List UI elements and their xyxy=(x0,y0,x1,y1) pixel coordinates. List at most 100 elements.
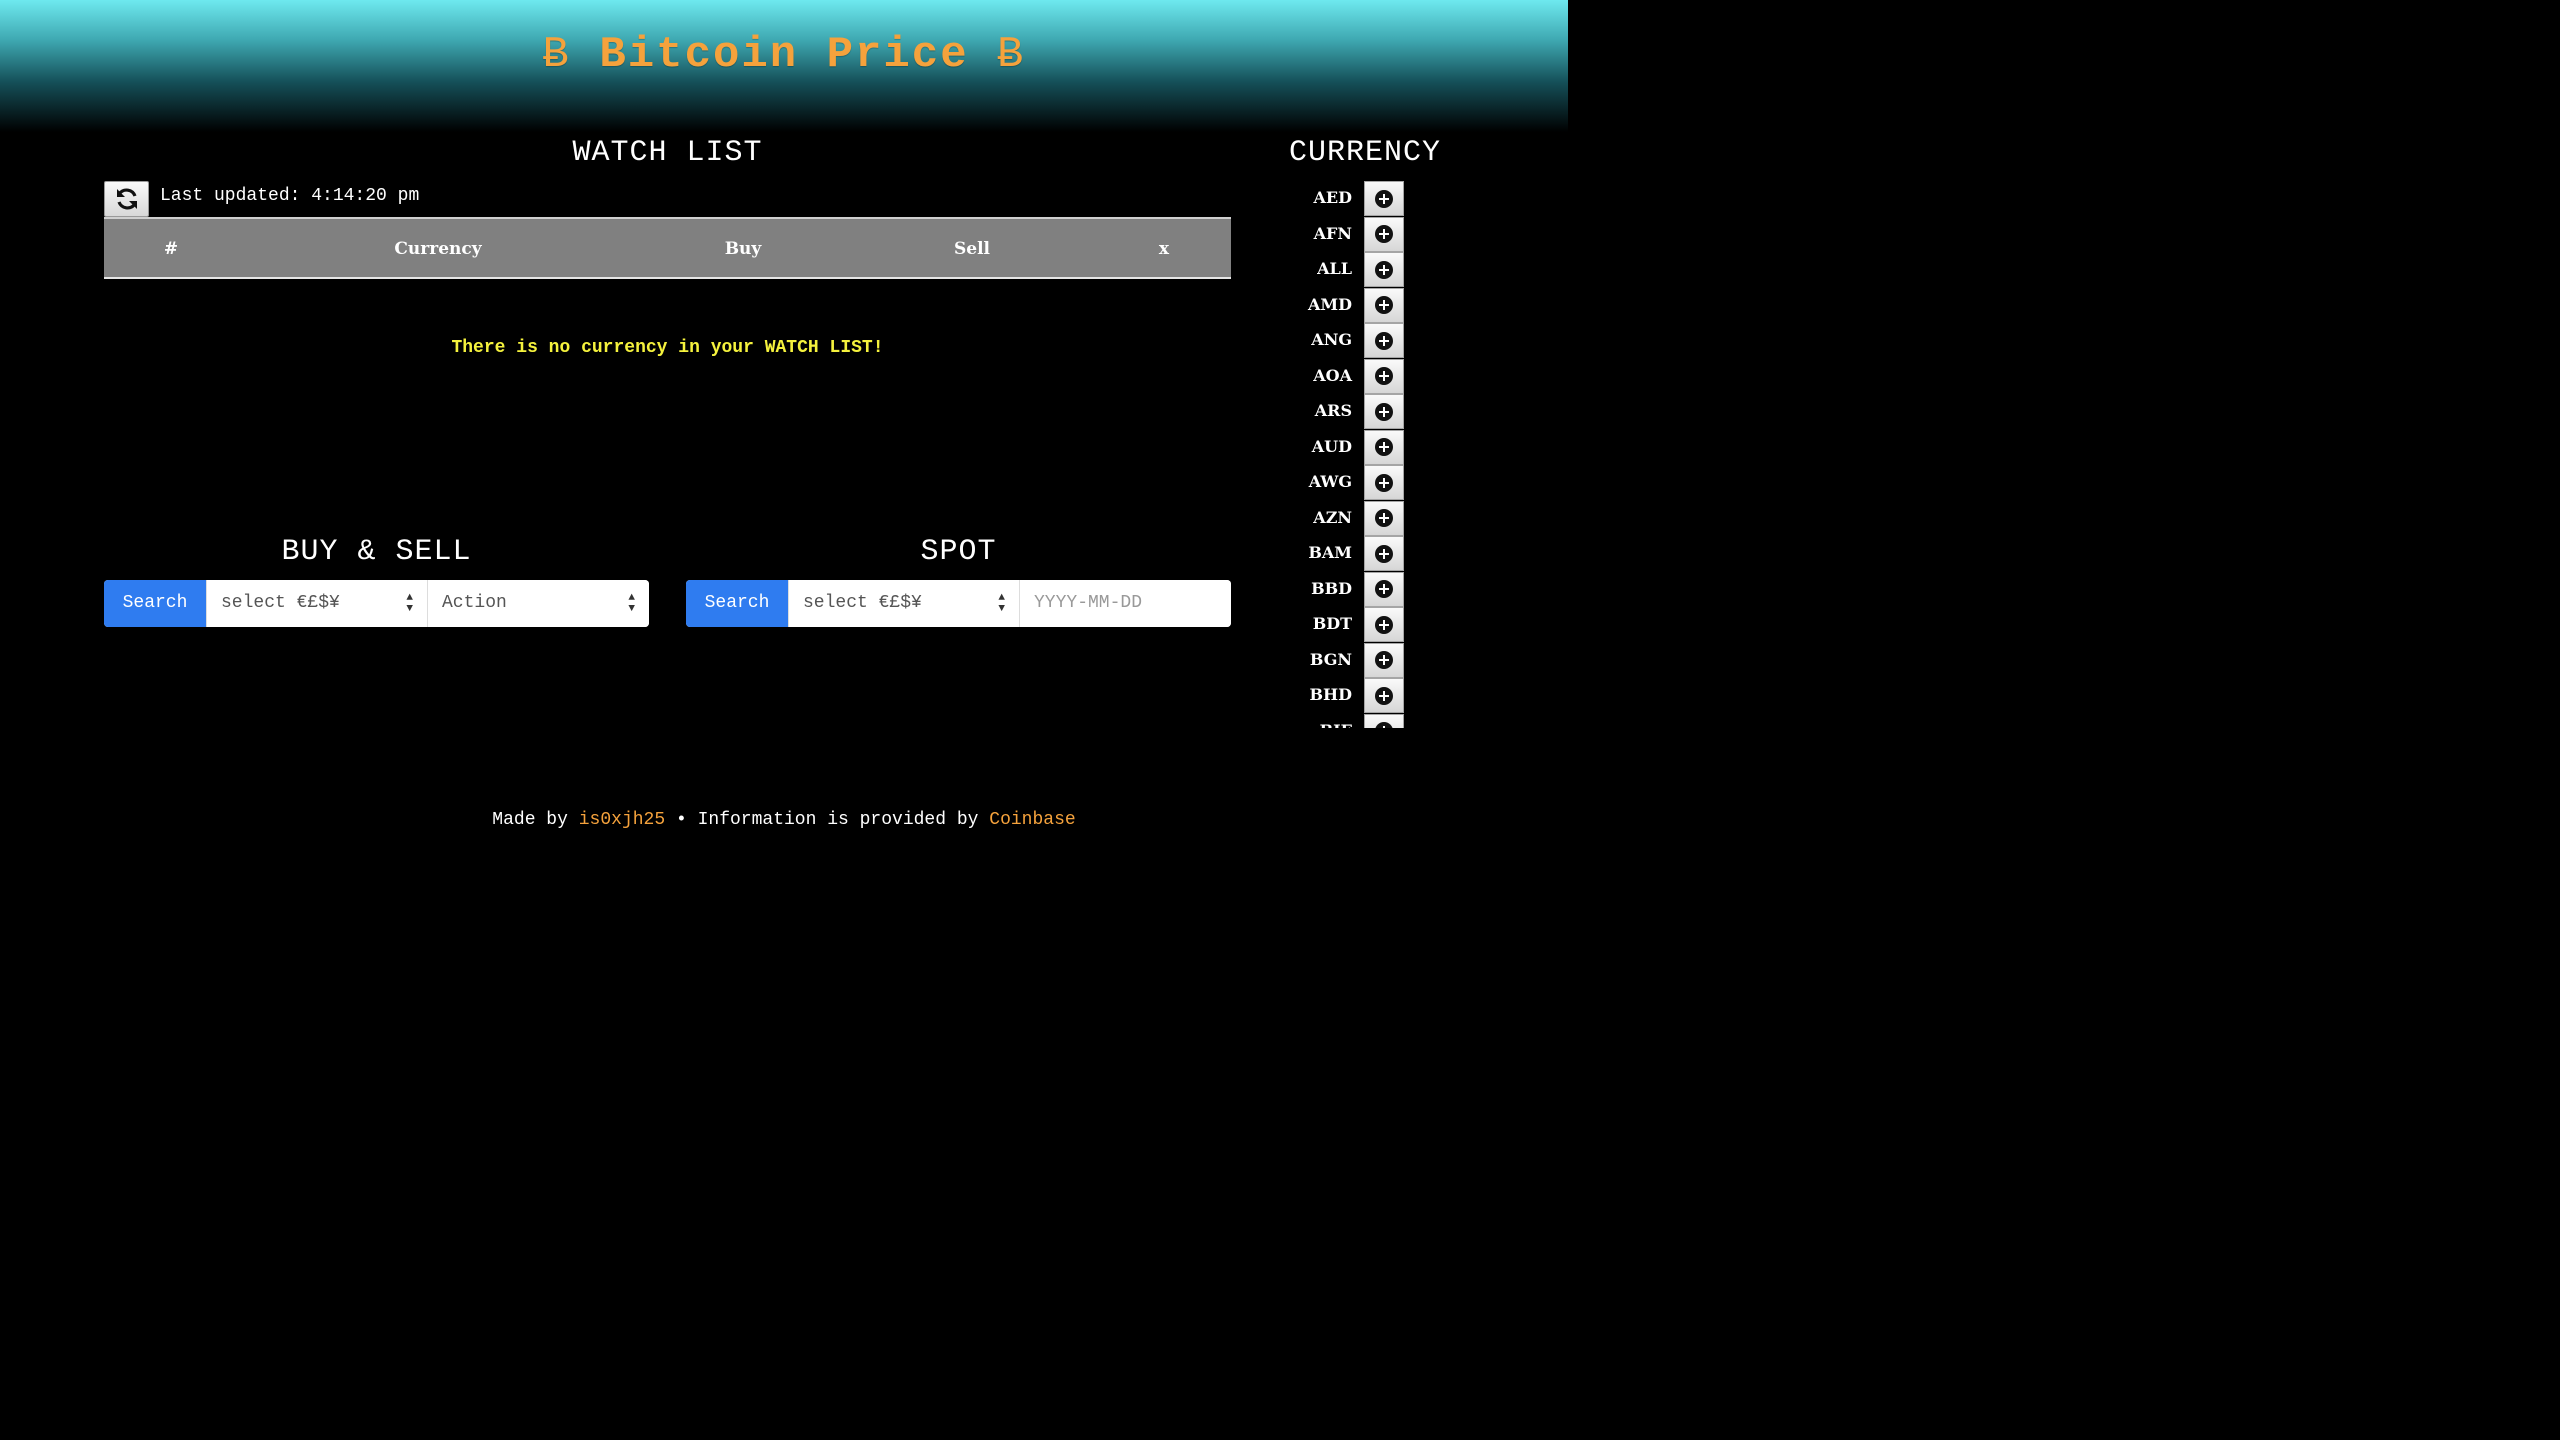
plus-circle-icon xyxy=(1375,473,1393,492)
buy-sell-title: BUY & SELL xyxy=(281,535,472,569)
empty-watchlist-message: There is no currency in your WATCH LIST! xyxy=(451,338,884,358)
currency-code: ARS xyxy=(1314,401,1352,420)
plus-circle-icon xyxy=(1375,686,1393,705)
add-currency-button[interactable] xyxy=(1364,678,1404,713)
buy-sell-action-select-value: Action xyxy=(442,593,507,613)
currency-code: BIF xyxy=(1320,721,1352,729)
currency-item: AFN xyxy=(1300,216,1404,253)
currency-code: AMD xyxy=(1308,294,1352,314)
coinbase-link[interactable]: Coinbase xyxy=(989,810,1075,830)
plus-circle-icon xyxy=(1375,260,1393,279)
currency-code: BBD xyxy=(1311,578,1352,598)
currency-item: BDT xyxy=(1300,607,1404,643)
add-currency-button[interactable] xyxy=(1364,642,1404,678)
last-updated-text: Last updated: 4:14:20 pm xyxy=(160,186,420,206)
watchlist-table-header: # Currency Buy Sell x xyxy=(104,217,1231,279)
plus-circle-icon xyxy=(1375,331,1393,350)
spot-form: Search select €£$¥ ▲ ▼ YYYY-MM-DD xyxy=(686,580,1231,627)
currency-item: BIF xyxy=(1300,713,1404,729)
currency-item: BHD xyxy=(1300,678,1404,714)
plus-circle-icon xyxy=(1375,438,1393,456)
currency-item: AUD xyxy=(1300,429,1404,466)
buy-sell-form: Search select €£$¥ ▲ ▼ Action ▲ ▼ xyxy=(104,580,649,627)
plus-circle-icon xyxy=(1375,544,1393,563)
add-currency-button[interactable] xyxy=(1364,252,1404,287)
add-currency-button[interactable] xyxy=(1364,536,1404,571)
site-title-text: Bitcoin Price xyxy=(599,30,969,80)
footer: Made by is0xjh25 • Information is provid… xyxy=(0,810,1568,830)
column-header-sell: Sell xyxy=(953,239,990,259)
refresh-icon xyxy=(116,188,137,210)
plus-circle-icon xyxy=(1375,580,1393,598)
plus-circle-icon xyxy=(1375,722,1393,728)
bitcoin-icon: Ƀ xyxy=(997,30,1026,80)
currency-title: CURRENCY xyxy=(1288,136,1442,170)
footer-separator: • xyxy=(675,810,687,830)
add-currency-button[interactable] xyxy=(1364,500,1404,536)
refresh-button[interactable] xyxy=(104,181,149,217)
currency-item: AWG xyxy=(1300,465,1404,501)
currency-item: ANG xyxy=(1300,323,1404,359)
plus-circle-icon xyxy=(1375,367,1393,385)
plus-circle-icon xyxy=(1375,402,1393,421)
plus-circle-icon xyxy=(1375,509,1393,527)
column-header-buy: Buy xyxy=(724,239,762,259)
watchlist-title: WATCH LIST xyxy=(572,136,763,170)
plus-circle-icon xyxy=(1375,296,1393,314)
plus-circle-icon xyxy=(1375,225,1393,243)
currency-code: ALL xyxy=(1317,259,1352,278)
spot-date-input[interactable]: YYYY-MM-DD xyxy=(1019,580,1231,627)
buy-sell-currency-select-value: select €£$¥ xyxy=(221,593,340,613)
add-currency-button[interactable] xyxy=(1364,465,1404,500)
currency-item: BBD xyxy=(1300,571,1404,608)
spot-title: SPOT xyxy=(920,535,997,569)
currency-item: AMD xyxy=(1300,287,1404,324)
spot-search-button[interactable]: Search xyxy=(686,580,788,627)
add-currency-button[interactable] xyxy=(1364,607,1404,642)
currency-code: BDT xyxy=(1312,614,1352,633)
author-link[interactable]: is0xjh25 xyxy=(579,810,665,830)
column-header-currency: Currency xyxy=(394,239,482,259)
currency-code: AED xyxy=(1313,188,1352,207)
site-title: Ƀ Bitcoin Price Ƀ xyxy=(0,30,1568,80)
plus-circle-icon xyxy=(1375,189,1393,208)
currency-item: ARS xyxy=(1300,394,1404,430)
currency-item: BGN xyxy=(1300,642,1404,679)
column-header-index: # xyxy=(163,239,179,259)
buy-sell-search-button[interactable]: Search xyxy=(104,580,206,627)
footer-info: Information is provided by xyxy=(697,810,979,830)
add-currency-button[interactable] xyxy=(1364,429,1404,465)
plus-circle-icon xyxy=(1375,615,1393,634)
add-currency-button[interactable] xyxy=(1364,287,1404,323)
currency-code: AUD xyxy=(1311,436,1352,456)
currency-code: BGN xyxy=(1309,649,1352,669)
currency-code: BHD xyxy=(1309,685,1352,704)
add-currency-button[interactable] xyxy=(1364,181,1404,216)
currency-item: AZN xyxy=(1300,500,1404,537)
select-arrows-icon: ▲ ▼ xyxy=(628,591,635,615)
select-arrows-icon: ▲ ▼ xyxy=(998,591,1005,615)
currency-code: AWG xyxy=(1308,472,1352,491)
plus-circle-icon xyxy=(1375,651,1393,669)
column-header-remove: x xyxy=(1158,239,1170,259)
add-currency-button[interactable] xyxy=(1364,571,1404,607)
currency-code: AOA xyxy=(1313,365,1352,385)
buy-sell-currency-select[interactable]: select €£$¥ ▲ ▼ xyxy=(206,580,427,627)
spot-currency-select-value: select €£$¥ xyxy=(803,593,922,613)
currency-code: AFN xyxy=(1313,223,1352,243)
currency-item: AOA xyxy=(1300,358,1404,395)
currency-code: AZN xyxy=(1313,507,1352,527)
add-currency-button[interactable] xyxy=(1364,713,1404,728)
currency-code: BAM xyxy=(1308,543,1352,562)
currency-item: BAM xyxy=(1300,536,1404,572)
add-currency-button[interactable] xyxy=(1364,394,1404,429)
bitcoin-icon: Ƀ xyxy=(542,30,571,80)
add-currency-button[interactable] xyxy=(1364,216,1404,252)
currency-list[interactable]: AED AFN ALL AMD ANG AOA ARS AUD AWG AZN BAM BBD BDT B… xyxy=(1300,181,1404,728)
buy-sell-action-select[interactable]: Action ▲ ▼ xyxy=(427,580,649,627)
add-currency-button[interactable] xyxy=(1364,323,1404,358)
currency-item: ALL xyxy=(1300,252,1404,288)
site-header: Ƀ Bitcoin Price Ƀ xyxy=(0,0,1568,132)
add-currency-button[interactable] xyxy=(1364,358,1404,394)
spot-currency-select[interactable]: select €£$¥ ▲ ▼ xyxy=(788,580,1019,627)
